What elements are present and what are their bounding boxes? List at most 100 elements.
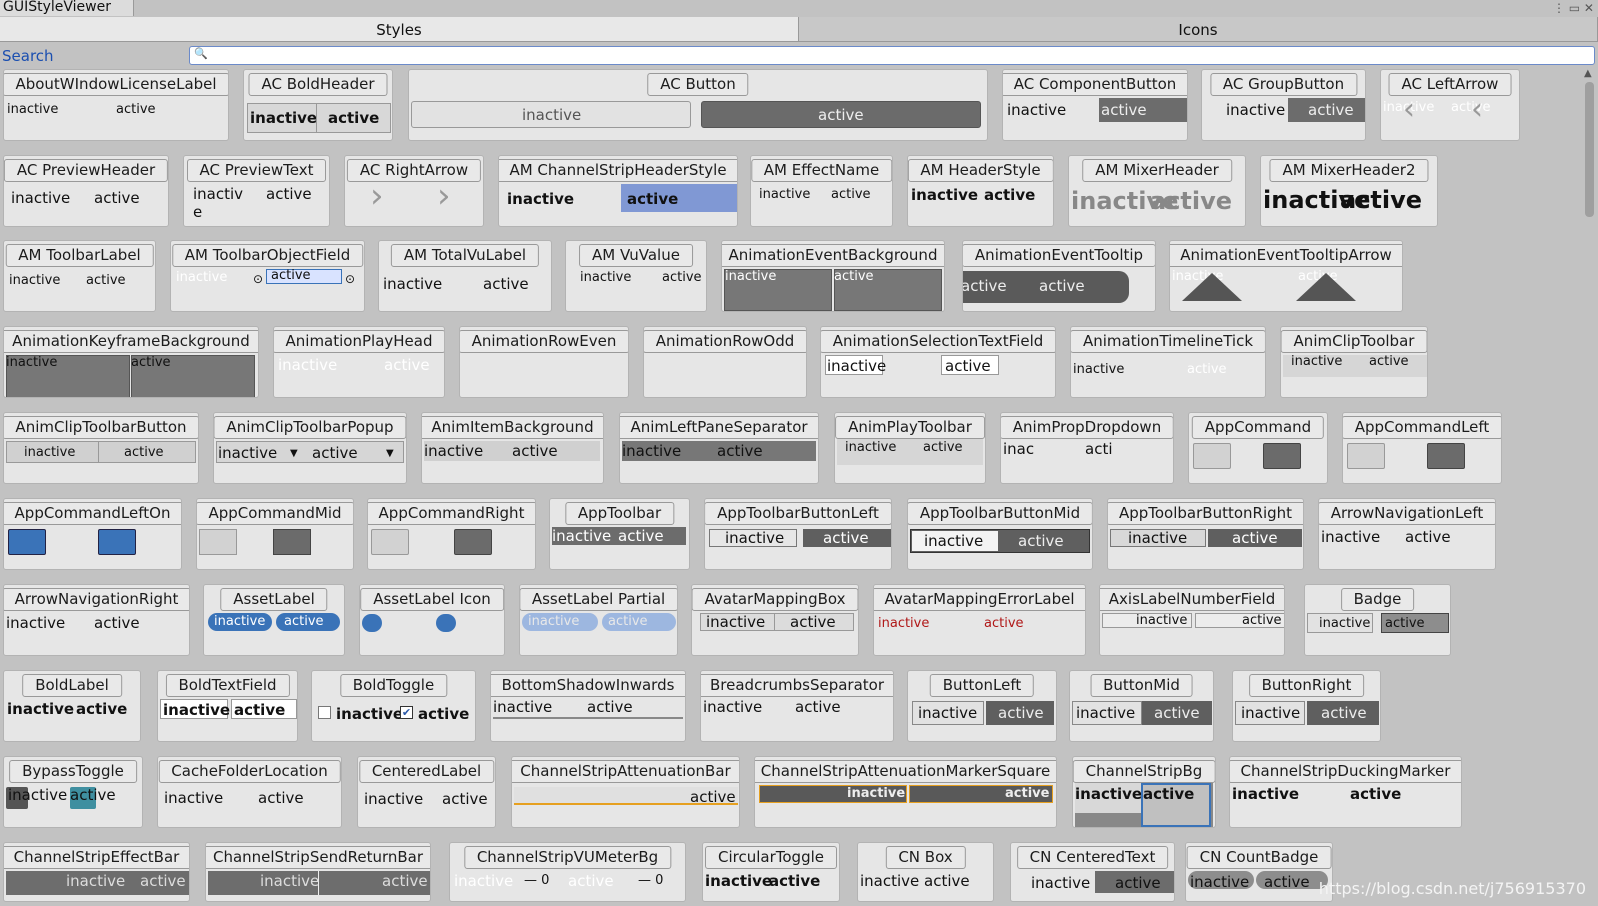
style-card[interactable]: AM ChannelStripHeaderStyle inactive active xyxy=(498,155,738,227)
state-label-inactive: inactive xyxy=(176,270,228,285)
style-card[interactable]: AnimPropDropdown inac acti xyxy=(1000,412,1174,484)
window-controls-icons[interactable]: ⋮ ▭ ✕ xyxy=(1553,1,1594,15)
style-card[interactable]: CacheFolderLocation inactive active xyxy=(157,756,342,828)
style-name: ArrowNavigationLeft xyxy=(1319,502,1495,525)
style-card[interactable]: AppToolbarButtonMid inactive active xyxy=(907,498,1093,570)
style-card[interactable]: AM ToolbarLabel inactive active xyxy=(3,240,156,312)
style-card[interactable]: ChannelStripVUMeterBg inactive — 0 active — … xyxy=(449,842,686,902)
style-card[interactable]: ButtonRight inactive active xyxy=(1232,670,1381,742)
style-card[interactable]: AM MixerHeader2 inactive active xyxy=(1260,155,1438,227)
style-card[interactable]: Badge inactive active xyxy=(1304,584,1451,656)
style-card[interactable]: ChannelStripDuckingMarker inactive active xyxy=(1229,756,1462,828)
style-card[interactable]: AnimationTimelineTick inactive active xyxy=(1070,326,1266,398)
style-card[interactable]: AnimationPlayHead inactive active xyxy=(273,326,445,398)
style-card[interactable]: ChannelStripSendReturnBar inactive active xyxy=(205,842,431,902)
style-card[interactable]: AnimLeftPaneSeparator inactive active xyxy=(619,412,819,484)
style-card[interactable]: AC ComponentButton inactive active xyxy=(1002,69,1188,141)
style-card[interactable]: AnimationRowEven xyxy=(459,326,629,398)
style-card[interactable]: AM VuValue inactive active xyxy=(565,240,707,312)
style-card[interactable]: CircularToggle inactive active xyxy=(702,842,840,902)
style-card[interactable]: AxisLabelNumberField inactive active xyxy=(1099,584,1285,656)
state-label-active: active xyxy=(984,616,1024,631)
preview-block xyxy=(273,529,311,555)
style-card[interactable]: AC PreviewText inactiv e active xyxy=(183,155,330,227)
style-card[interactable]: ArrowNavigationLeft inactive active xyxy=(1318,498,1496,570)
style-name: BypassToggle xyxy=(9,760,137,783)
style-card[interactable]: AM TotalVuLabel inactive active xyxy=(378,240,552,312)
style-card[interactable]: AnimClipToolbarButton inactive active xyxy=(3,412,199,484)
style-card[interactable]: AM HeaderStyle inactive active xyxy=(907,155,1054,227)
style-card[interactable]: CN CountBadge inactive active xyxy=(1185,842,1333,902)
style-card[interactable]: AC Button inactive active xyxy=(408,69,988,141)
style-card[interactable]: AppCommandLeft xyxy=(1342,412,1502,484)
style-card[interactable]: BoldLabel inactive active xyxy=(3,670,141,742)
style-card[interactable]: AnimClipToolbarPopup inactive ▼ active ▼ xyxy=(213,412,407,484)
style-card[interactable]: BoldTextField inactive active xyxy=(157,670,298,742)
style-card[interactable]: AnimationEventTooltipArrow inactive active xyxy=(1169,240,1403,312)
style-card[interactable]: AM EffectName inactive active xyxy=(750,155,893,227)
style-card[interactable]: ArrowNavigationRight inactive active xyxy=(3,584,190,656)
style-card[interactable]: AppToolbar inactive active xyxy=(549,498,690,570)
style-card[interactable]: AppToolbarButtonLeft inactive active xyxy=(704,498,892,570)
style-card[interactable]: BoldToggle inactive ✔ active xyxy=(311,670,476,742)
style-card[interactable]: AssetLabel inactive active xyxy=(203,584,345,656)
style-card[interactable]: AC LeftArrow inactive active ‹ ‹ xyxy=(1380,69,1520,141)
style-card[interactable]: AnimationSelectionTextField inactive activ… xyxy=(820,326,1056,398)
style-card[interactable]: AM ToolbarObjectField inactive ⊙ active ⊙ xyxy=(170,240,365,312)
style-card[interactable]: BypassToggle inactive active xyxy=(3,756,143,828)
style-card[interactable]: ButtonLeft inactive active xyxy=(907,670,1057,742)
style-card[interactable]: CN Box inactive active xyxy=(857,842,994,902)
style-card[interactable]: AppCommandLeftOn xyxy=(3,498,182,570)
style-card[interactable]: ButtonMid inactive active xyxy=(1069,670,1214,742)
style-name: ButtonLeft xyxy=(929,674,1035,697)
scroll-up-icon[interactable]: ▲ xyxy=(1584,68,1592,79)
vertical-scrollbar[interactable]: ▲ xyxy=(1581,68,1598,906)
style-card[interactable]: AC PreviewHeader inactive active xyxy=(3,155,169,227)
style-card[interactable]: AssetLabel Icon xyxy=(359,584,505,656)
style-card[interactable]: AppCommandMid xyxy=(196,498,354,570)
style-card[interactable]: AvatarMappingBox inactive active xyxy=(691,584,859,656)
style-card[interactable]: AboutWIndowLicenseLabel inactive active xyxy=(3,69,229,141)
style-card[interactable]: BottomShadowInwards inactive active xyxy=(490,670,686,742)
style-card[interactable]: AnimItemBackground inactive active xyxy=(421,412,604,484)
style-card[interactable]: AvatarMappingErrorLabel inactive active xyxy=(873,584,1086,656)
style-card[interactable]: AnimClipToolbar inactive active xyxy=(1280,326,1428,398)
style-card[interactable]: AC GroupButton inactive active xyxy=(1201,69,1366,141)
tab-styles[interactable]: Styles xyxy=(0,17,799,42)
state-label-inactive: inactive xyxy=(66,872,126,890)
style-card[interactable]: AC RightArrow › › xyxy=(344,155,484,227)
style-card[interactable]: ChannelStripEffectBar inactive active xyxy=(3,842,190,902)
style-card[interactable]: AppToolbarButtonRight inactive active xyxy=(1107,498,1304,570)
style-card[interactable]: AppCommand xyxy=(1188,412,1328,484)
style-card[interactable]: AnimationEventTooltip active active xyxy=(962,240,1156,312)
state-label-inactive: inactive xyxy=(1232,785,1300,803)
style-card[interactable]: AnimationEventBackground inactive active xyxy=(721,240,945,312)
style-card[interactable]: AppCommandRight xyxy=(367,498,536,570)
style-card[interactable]: AM MixerHeader inactive active xyxy=(1068,155,1246,227)
style-name: CenteredLabel xyxy=(358,760,495,783)
window-controls[interactable]: ⋮ ▭ ✕ xyxy=(1553,0,1594,16)
style-name: AvatarMappingBox xyxy=(692,588,858,611)
style-card[interactable]: ChannelStripAttenuationBar active xyxy=(511,756,740,828)
style-card[interactable]: BreadcrumbsSeparator inactive active xyxy=(700,670,894,742)
state-label-active: active xyxy=(1005,786,1050,801)
style-card[interactable]: CenteredLabel inactive active xyxy=(357,756,496,828)
style-card[interactable]: CN CenteredText inactive active xyxy=(1010,842,1175,902)
tab-icons[interactable]: Icons xyxy=(799,17,1598,42)
state-label-inactive: inactive xyxy=(924,532,984,550)
search-input[interactable]: 🔍 xyxy=(189,46,1595,65)
style-card[interactable]: AnimationKeyframeBackground inactive activ… xyxy=(3,326,259,398)
style-card[interactable]: AC BoldHeader inactive active xyxy=(243,69,393,141)
checkbox-checked[interactable]: ✔ xyxy=(400,706,413,719)
style-name: CN CountBadge xyxy=(1186,846,1332,869)
checkbox-unchecked[interactable] xyxy=(318,706,331,719)
style-card[interactable]: ChannelStripBg inactive active xyxy=(1072,756,1216,828)
scroll-thumb[interactable] xyxy=(1585,82,1594,217)
style-name: AppToolbarButtonRight xyxy=(1108,502,1303,525)
style-card[interactable]: AssetLabel Partial inactive active xyxy=(519,584,678,656)
style-card[interactable]: ChannelStripAttenuationMarkerSquare inact… xyxy=(754,756,1057,828)
style-name: BreadcrumbsSeparator xyxy=(701,674,893,697)
style-card[interactable]: AnimPlayToolbar inactive active xyxy=(834,412,986,484)
style-card[interactable]: AnimationRowOdd xyxy=(643,326,807,398)
style-name: AnimationRowOdd xyxy=(644,330,806,353)
